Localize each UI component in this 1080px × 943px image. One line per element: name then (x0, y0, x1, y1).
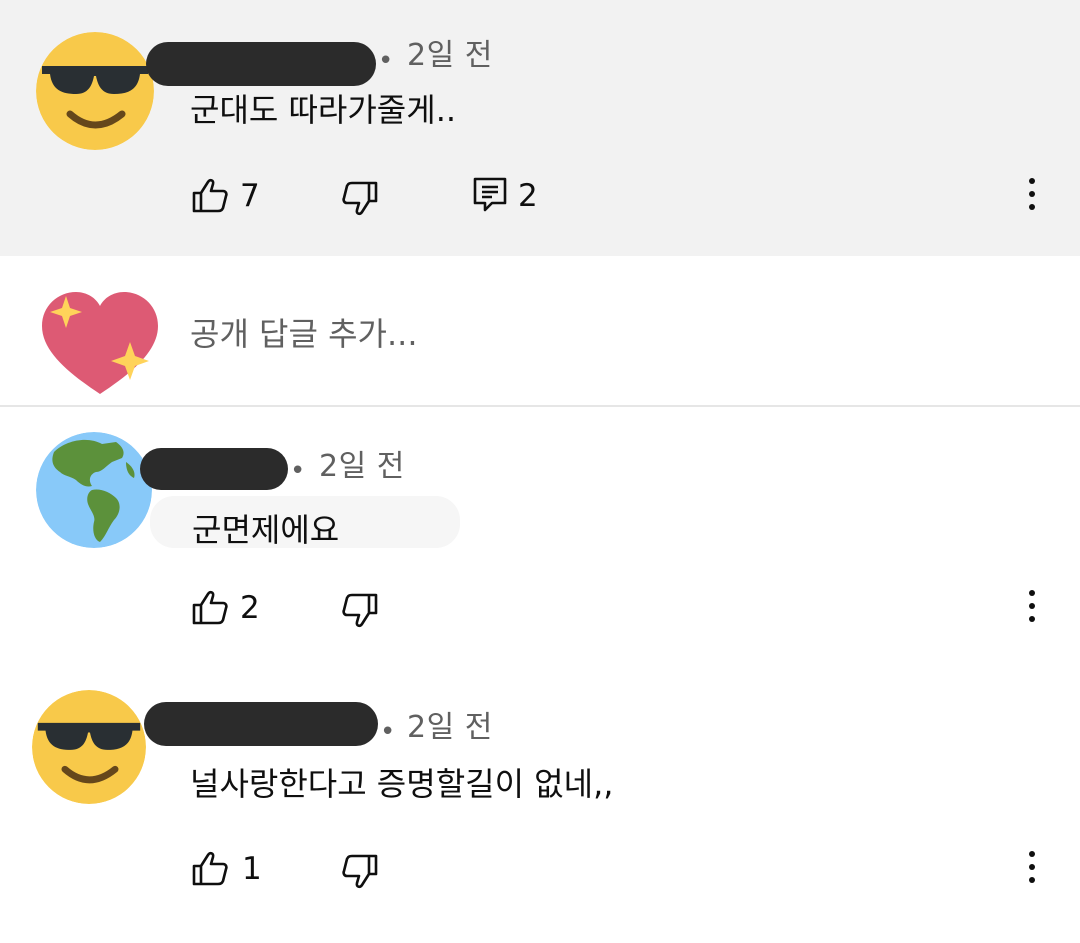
comment-text: 널사랑한다고 증명할길이 없네,, (190, 765, 614, 803)
commenter-avatar[interactable] (36, 32, 154, 150)
dislike-button[interactable] (340, 851, 380, 891)
kebab-dot (1029, 204, 1035, 210)
more-options-button[interactable] (1017, 847, 1047, 887)
globe-americas-icon (36, 432, 152, 548)
sparkling-heart-icon (42, 292, 158, 394)
sunglasses-face-icon (32, 690, 146, 804)
like-count: 2 (240, 590, 260, 626)
reply-comment-icon (473, 177, 507, 212)
like-button[interactable] (190, 588, 230, 628)
meta-separator: • (290, 456, 306, 486)
redacted-username (146, 42, 376, 86)
reply-input[interactable]: 공개 답글 추가... (190, 314, 990, 354)
comment-text: 군면제에요 (192, 511, 340, 549)
kebab-dot (1029, 877, 1035, 883)
thumbs-up-icon (192, 851, 228, 886)
highlighted-comment (0, 0, 1080, 256)
meta-separator: • (380, 717, 396, 747)
thumbs-up-icon (192, 178, 228, 213)
comment-timestamp: 2일 전 (407, 38, 493, 73)
redacted-username (144, 702, 378, 746)
thumbs-down-icon (342, 181, 378, 216)
kebab-dot (1029, 178, 1035, 184)
kebab-dot (1029, 191, 1035, 197)
kebab-dot (1029, 864, 1035, 870)
more-options-button[interactable] (1017, 586, 1047, 626)
dislike-button[interactable] (340, 178, 380, 218)
more-options-button[interactable] (1017, 174, 1047, 214)
section-divider (0, 405, 1080, 407)
like-button[interactable] (190, 849, 230, 889)
commenter-avatar[interactable] (32, 690, 146, 804)
sunglasses-face-icon (36, 32, 154, 150)
commenter-avatar[interactable] (36, 432, 152, 548)
like-count: 7 (240, 178, 260, 214)
kebab-dot (1029, 590, 1035, 596)
kebab-dot (1029, 851, 1035, 857)
thumbs-up-icon (192, 590, 228, 625)
like-count: 1 (242, 851, 262, 887)
kebab-dot (1029, 603, 1035, 609)
reply-avatar (40, 290, 160, 400)
reply-button[interactable] (472, 176, 508, 216)
dislike-button[interactable] (340, 590, 380, 630)
like-button[interactable] (190, 176, 230, 216)
thumbs-down-icon (342, 854, 378, 889)
redacted-username (140, 448, 288, 490)
thumbs-down-icon (342, 593, 378, 628)
comment-timestamp: 2일 전 (319, 449, 405, 484)
meta-separator: • (378, 46, 394, 76)
kebab-dot (1029, 616, 1035, 622)
comment-timestamp: 2일 전 (407, 710, 493, 745)
comment-text: 군대도 따라가줄게.. (190, 91, 457, 129)
reply-count: 2 (518, 178, 538, 214)
